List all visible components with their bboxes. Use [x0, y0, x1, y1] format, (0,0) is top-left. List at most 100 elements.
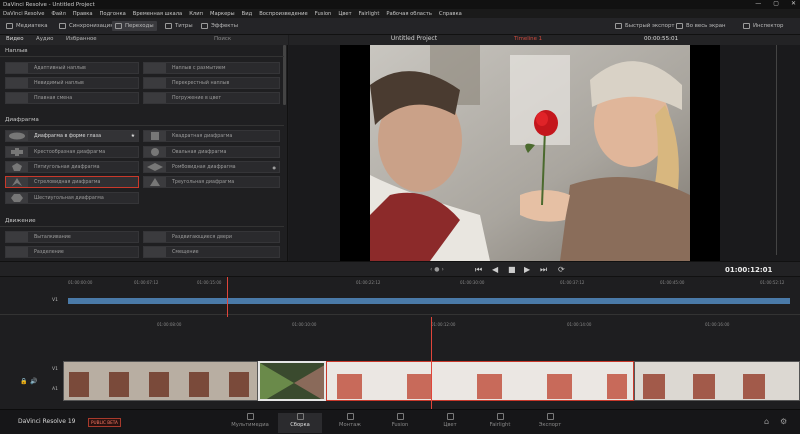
transition-item[interactable]: Наплыв с размытием: [143, 62, 280, 74]
quick-export-button[interactable]: Быстрый экспорт: [612, 21, 678, 31]
transitions-button[interactable]: Переходы: [112, 21, 157, 31]
minimize-button[interactable]: —: [755, 0, 761, 7]
transition-thumb-icon: [144, 63, 166, 73]
lock-icon[interactable]: 🔒: [20, 378, 27, 385]
page-cut[interactable]: Сборка: [278, 413, 322, 433]
track-label-a1: A1: [52, 387, 58, 392]
video-clip[interactable]: [634, 361, 800, 401]
nav-arrows-icon[interactable]: ‹ ● ›: [430, 266, 444, 273]
menu-item[interactable]: DaVinci Resolve: [3, 11, 44, 17]
tab-video[interactable]: Видео: [6, 36, 24, 42]
transition-item[interactable]: Квадратная диафрагма: [143, 130, 280, 142]
menu-item[interactable]: Подгонка: [100, 11, 126, 17]
transition-item[interactable]: Смещение: [143, 246, 280, 258]
gear-icon[interactable]: ⚙: [780, 417, 787, 426]
home-icon[interactable]: ⌂: [764, 417, 769, 426]
fullscreen-button[interactable]: Во весь экран: [673, 21, 729, 31]
play-icon[interactable]: ▶: [524, 265, 530, 274]
transition-item[interactable]: Выталкивание: [5, 231, 139, 243]
rewind-icon[interactable]: ◀: [492, 265, 498, 274]
split-icon: [6, 247, 28, 257]
transition-item[interactable]: Перекрестный наплыв: [143, 77, 280, 89]
menu-item[interactable]: Файл: [51, 11, 65, 17]
favorite-star-icon[interactable]: ★: [131, 134, 135, 139]
jump-end-icon[interactable]: ⏭: [540, 265, 547, 275]
divider: [0, 56, 284, 57]
menu-item[interactable]: Временная шкала: [133, 11, 182, 17]
transition-item[interactable]: Адаптивный наплыв: [5, 62, 139, 74]
transition-item[interactable]: Раздвигающиеся двери: [143, 231, 280, 243]
transition-item[interactable]: Невидимый наплыв: [5, 77, 139, 89]
transition-item[interactable]: Овальная диафрагма: [143, 146, 280, 158]
menu-item[interactable]: Справка: [439, 11, 462, 17]
page-fusion[interactable]: Fusion: [378, 413, 422, 428]
sync-button[interactable]: Синхронизация: [56, 21, 116, 31]
page-media[interactable]: Мультимедиа: [228, 413, 272, 428]
menu-item[interactable]: Fusion: [315, 11, 332, 17]
page-deliver[interactable]: Экспорт: [528, 413, 572, 428]
ruler-tick: 01:00:52:12: [760, 280, 785, 285]
menu-item[interactable]: Fairlight: [359, 11, 380, 17]
stop-icon[interactable]: ■: [508, 265, 516, 274]
transition-item[interactable]: Шестиугольная диафрагма: [5, 192, 139, 204]
video-clip-selected[interactable]: [326, 361, 634, 401]
divider: [0, 226, 284, 227]
overview-clip-strip[interactable]: [68, 298, 790, 304]
speaker-icon[interactable]: 🔊: [30, 378, 37, 385]
timeline-selector[interactable]: Timeline 1: [514, 36, 542, 42]
transitions-icon: [115, 23, 122, 29]
effects-button[interactable]: Эффекты: [198, 21, 241, 31]
search-field[interactable]: Поиск: [214, 36, 231, 42]
video-clip[interactable]: [63, 361, 258, 401]
menu-item[interactable]: Маркеры: [210, 11, 235, 17]
transition-thumb-icon: [6, 63, 28, 73]
transition-item[interactable]: Пятиугольная диафрагма: [5, 161, 139, 173]
menu-item[interactable]: Вид: [242, 11, 253, 17]
menu-item[interactable]: Цвет: [338, 11, 351, 17]
tab-audio[interactable]: Аудио: [36, 36, 53, 42]
page-color[interactable]: Цвет: [428, 413, 472, 428]
maximize-button[interactable]: ▢: [773, 0, 779, 7]
ruler-tick: 01:00:30:00: [460, 280, 485, 285]
media-pool-icon: [6, 23, 13, 29]
ruler-tick: 01:00:00:00: [68, 280, 93, 285]
tab-favorites[interactable]: Избранное: [66, 36, 97, 42]
track-label-v1-main: V1: [52, 367, 58, 372]
transition-clip[interactable]: [258, 361, 326, 401]
titles-button[interactable]: Титры: [162, 21, 196, 31]
pentagon-iris-icon: [6, 162, 28, 172]
transition-item[interactable]: Диафрагма в форме глаза ★: [5, 130, 139, 142]
transition-item[interactable]: Треугольная диафрагма: [143, 176, 280, 188]
ruler-tick: 01:00:10:00: [292, 322, 317, 327]
jump-start-icon[interactable]: ⏮: [475, 265, 482, 275]
arrow-iris-icon: [6, 177, 28, 187]
page-edit[interactable]: Монтаж: [328, 413, 372, 428]
transition-item-selected[interactable]: Стреловидная диафрагма: [5, 176, 139, 188]
transition-item[interactable]: Ромбовидная диафрагма ●: [143, 161, 280, 173]
playhead[interactable]: [431, 317, 432, 409]
media-pool-button[interactable]: Медиатека: [3, 21, 51, 31]
menu-bar: DaVinci Resolve Файл Правка Подгонка Вре…: [0, 9, 800, 18]
menu-item[interactable]: Воспроизведение: [259, 11, 308, 17]
menu-item[interactable]: Клип: [189, 11, 203, 17]
timeline-area: 01:00:07:12 01:00:00:00 01:00:15:00 01:0…: [0, 277, 800, 409]
ruler-tick: 01:00:12:00: [431, 322, 456, 327]
video-preview[interactable]: [340, 45, 720, 261]
menu-item[interactable]: Правка: [73, 11, 93, 17]
library-scrollbar[interactable]: [283, 45, 286, 105]
project-title: Untitled Project: [390, 35, 438, 42]
transition-item[interactable]: Плавная смена: [5, 92, 139, 104]
loop-icon[interactable]: ⟳: [558, 265, 565, 274]
app-brand: DaVinci Resolve 19: [18, 418, 76, 425]
ruler-tick: 01:00:45:00: [660, 280, 685, 285]
playhead-overview[interactable]: [227, 277, 228, 317]
close-button[interactable]: ✕: [791, 0, 796, 7]
transition-item[interactable]: Погружение в цвет: [143, 92, 280, 104]
inspector-button[interactable]: Инспектор: [740, 21, 786, 31]
oval-iris-icon: [144, 147, 166, 157]
fusion-icon: [396, 413, 404, 420]
menu-item[interactable]: Рабочая область: [386, 11, 432, 17]
transition-item[interactable]: Крестообразная диафрагма: [5, 146, 139, 158]
page-fairlight[interactable]: Fairlight: [478, 413, 522, 428]
transition-item[interactable]: Разделение: [5, 246, 139, 258]
